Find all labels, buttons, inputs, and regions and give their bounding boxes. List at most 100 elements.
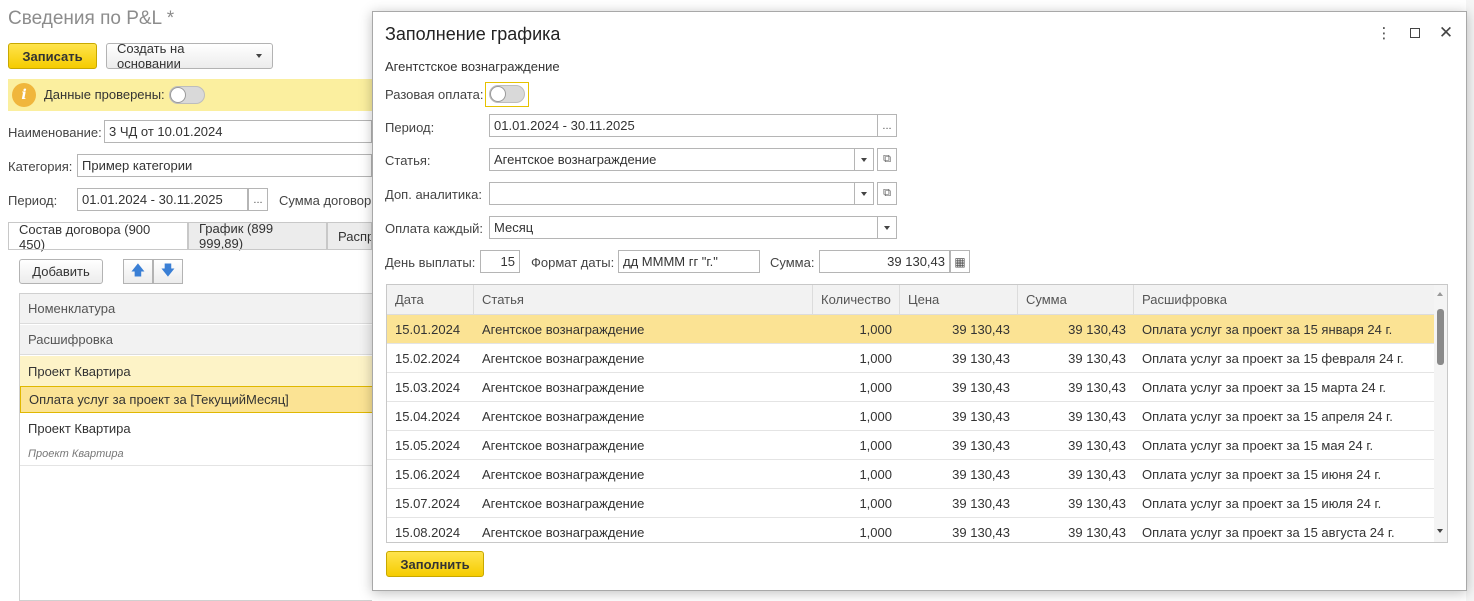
extra-analytics-label: Доп. аналитика: <box>385 187 482 202</box>
cell-sum: 39 130,43 <box>1068 438 1126 453</box>
cell-article: Агентское вознаграждение <box>482 467 645 482</box>
sum-calculator-button[interactable]: ▦ <box>950 250 970 273</box>
article-field[interactable]: Агентское вознаграждение <box>489 148 855 171</box>
cell-description: Оплата услуг за проект за 15 августа 24 … <box>1142 525 1395 540</box>
column-header-article[interactable]: Статья <box>474 285 813 314</box>
table-row[interactable]: 15.06.2024 Агентское вознаграждение 1,000 3… <box>387 460 1435 489</box>
cell-sum: 39 130,43 <box>1068 322 1126 337</box>
extra-analytics-field[interactable] <box>489 182 855 205</box>
column-header-price[interactable]: Цена <box>900 285 1018 314</box>
table-header-description[interactable]: Расшифровка <box>20 325 373 355</box>
grid-scrollbar[interactable] <box>1434 285 1447 542</box>
cell-price: 39 130,43 <box>952 496 1010 511</box>
column-header-quantity[interactable]: Количество <box>813 285 900 314</box>
cell-quantity: 1,000 <box>859 496 892 511</box>
save-button[interactable]: Записать <box>8 43 97 69</box>
extra-analytics-open-button[interactable]: ⧉ <box>877 182 897 205</box>
maximize-icon[interactable] <box>1406 24 1424 42</box>
create-based-label: Создать на основании <box>117 41 185 71</box>
cell-sum: 39 130,43 <box>1068 351 1126 366</box>
tab-distribution[interactable]: Распр <box>327 222 372 249</box>
cell-article: Агентское вознаграждение <box>482 322 645 337</box>
article-open-button[interactable]: ⧉ <box>877 148 897 171</box>
scroll-down-icon[interactable] <box>1437 529 1443 533</box>
open-form-icon: ⧉ <box>883 153 891 165</box>
cell-date: 15.08.2024 <box>395 525 461 540</box>
column-header-sum[interactable]: Сумма <box>1018 285 1134 314</box>
table-row[interactable]: 15.07.2024 Агентское вознаграждение 1,000 3… <box>387 489 1435 518</box>
pay-each-select[interactable]: Месяц <box>489 216 878 239</box>
add-button[interactable]: Добавить <box>19 259 103 284</box>
table-row[interactable]: Проект Квартира <box>20 414 373 442</box>
tab-contract-composition[interactable]: Состав договора (900 450) <box>8 221 188 252</box>
tab-label: График (899 999,89) <box>199 221 274 251</box>
payday-field[interactable]: 15 <box>480 250 520 273</box>
cell-price: 39 130,43 <box>952 438 1010 453</box>
open-form-icon: ⧉ <box>883 187 891 199</box>
cell-date: 15.06.2024 <box>395 467 461 482</box>
cell-description: Оплата услуг за проект за 15 января 24 г… <box>1142 322 1393 337</box>
table-row[interactable]: Оплата услуг за проект за [ТекущийМесяц] <box>20 386 373 413</box>
table-header-nomenclature[interactable]: Номенклатура <box>20 294 373 324</box>
add-button-label: Добавить <box>32 264 90 279</box>
info-icon: i <box>12 83 36 107</box>
more-vertical-icon[interactable]: ⋮ <box>1375 24 1393 42</box>
cell-quantity: 1,000 <box>859 322 892 337</box>
move-down-button[interactable]: 🡇 <box>153 259 183 284</box>
table-row-subtext: Проект Квартира <box>20 442 373 466</box>
cell-description: Оплата услуг за проект за 15 июля 24 г. <box>1142 496 1382 511</box>
cell-date: 15.01.2024 <box>395 322 461 337</box>
contract-sum-label: Сумма договор <box>279 193 372 208</box>
fill-schedule-dialog: Заполнение графика ⋮ ✕ Агентстское возна… <box>372 11 1467 591</box>
arrow-up-icon: 🡅 <box>130 261 146 278</box>
tab-schedule[interactable]: График (899 999,89) <box>188 221 327 251</box>
cell-article: Агентское вознаграждение <box>482 496 645 511</box>
extra-analytics-dropdown-button[interactable] <box>854 182 874 205</box>
column-header-date[interactable]: Дата <box>387 285 474 314</box>
tab-label: Распр <box>338 228 372 244</box>
page-title: Сведения по P&L * <box>8 8 175 29</box>
table-row[interactable]: Проект Квартира <box>20 356 373 386</box>
scroll-up-icon[interactable] <box>1437 292 1443 296</box>
period-field[interactable]: 01.01.2024 - 30.11.2025 <box>77 188 248 211</box>
data-checked-toggle[interactable] <box>169 86 205 104</box>
date-format-label: Формат даты: <box>531 255 615 270</box>
cell-price: 39 130,43 <box>952 525 1010 540</box>
move-up-button[interactable]: 🡅 <box>123 259 153 284</box>
table-row[interactable]: 15.01.2024 Агентское вознаграждение 1,000 3… <box>387 315 1435 344</box>
fill-button[interactable]: Заполнить <box>386 551 484 577</box>
close-icon[interactable]: ✕ <box>1437 23 1455 42</box>
name-field[interactable]: 3 ЧД от 10.01.2024 <box>104 120 372 143</box>
cell-quantity: 1,000 <box>859 525 892 540</box>
cell-price: 39 130,43 <box>952 351 1010 366</box>
period-select-button[interactable]: ... <box>248 188 268 211</box>
category-field[interactable]: Пример категории <box>77 154 372 177</box>
dialog-title: Заполнение графика <box>385 24 561 44</box>
table-row[interactable]: 15.02.2024 Агентское вознаграждение 1,000 3… <box>387 344 1435 373</box>
period-field[interactable]: 01.01.2024 - 30.11.2025 <box>489 114 878 137</box>
table-row[interactable]: 15.04.2024 Агентское вознаграждение 1,000 3… <box>387 402 1435 431</box>
cell-description: Оплата услуг за проект за 15 апреля 24 г… <box>1142 409 1393 424</box>
cell-article: Агентское вознаграждение <box>482 380 645 395</box>
scrollbar-thumb[interactable] <box>1437 309 1444 365</box>
period-select-button[interactable]: ... <box>877 114 897 137</box>
cell-date: 15.02.2024 <box>395 351 461 366</box>
one-time-toggle[interactable] <box>489 85 525 103</box>
one-time-label: Разовая оплата: <box>385 87 484 102</box>
column-header-description[interactable]: Расшифровка <box>1134 285 1435 314</box>
pay-each-dropdown-button[interactable] <box>877 216 897 239</box>
table-row[interactable]: 15.08.2024 Агентское вознаграждение 1,000 3… <box>387 518 1435 542</box>
category-label: Категория: <box>8 159 73 174</box>
date-format-field[interactable]: дд ММММ гг "г." <box>618 250 760 273</box>
sum-field[interactable]: 39 130,43 <box>819 250 950 273</box>
pay-each-label: Оплата каждый: <box>385 221 484 236</box>
arrow-down-icon: 🡇 <box>160 261 176 278</box>
table-row[interactable]: 15.05.2024 Агентское вознаграждение 1,000 3… <box>387 431 1435 460</box>
cell-description: Оплата услуг за проект за 15 мая 24 г. <box>1142 438 1374 453</box>
cell-date: 15.03.2024 <box>395 380 461 395</box>
toggle-knob <box>170 87 186 103</box>
create-based-button[interactable]: Создать на основании <box>106 41 273 71</box>
article-dropdown-button[interactable] <box>854 148 874 171</box>
tab-label: Состав договора (900 450) <box>19 221 151 252</box>
table-row[interactable]: 15.03.2024 Агентское вознаграждение 1,000 3… <box>387 373 1435 402</box>
